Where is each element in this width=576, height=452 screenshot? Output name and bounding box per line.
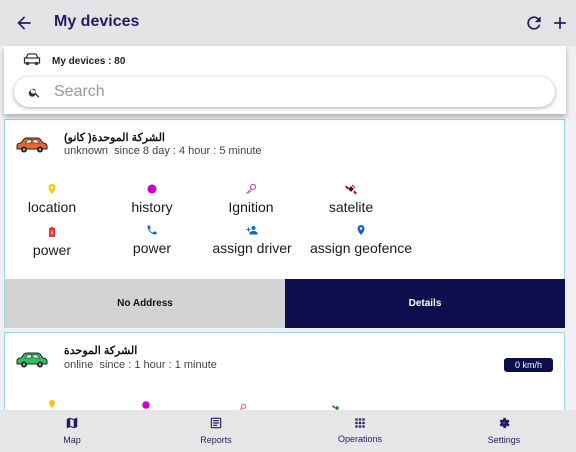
settings-icon: [497, 416, 511, 430]
refresh-icon[interactable]: [524, 13, 544, 33]
assign-driver-label: assign driver: [212, 240, 292, 256]
location-pin-icon[interactable]: [47, 399, 57, 409]
key-icon: [245, 183, 257, 195]
battery-power-label: power: [32, 242, 72, 258]
car-icon: [15, 351, 49, 369]
nav-reports-label: Reports: [200, 435, 232, 445]
app-bar: My devices: [0, 0, 576, 46]
geofence-pin-icon: [355, 224, 367, 236]
phone-icon: [146, 224, 158, 236]
add-icon[interactable]: [550, 13, 570, 33]
speed-badge: 0 km/h: [504, 358, 553, 372]
nav-reports[interactable]: Reports: [186, 410, 246, 452]
assign-geofence-label: assign geofence: [310, 240, 412, 256]
assign-geofence-action[interactable]: assign geofence: [306, 224, 416, 256]
device-name: (الشركة الموحدة( كانو: [64, 132, 165, 144]
devices-count: My devices : 80: [52, 56, 126, 67]
history-dot-icon: [146, 183, 158, 195]
device-card[interactable]: الشركة الموحدة online since : 1 hour : 1…: [4, 332, 565, 422]
device-status: unknown: [64, 145, 109, 157]
device-card[interactable]: (الشركة الموحدة( كانو unknown since 8 da…: [4, 119, 565, 328]
ignition-action[interactable]: Ignition: [221, 183, 281, 215]
search-input[interactable]: [54, 81, 534, 103]
bottom-navigation: Map Reports Operations Settings: [0, 410, 576, 452]
nav-settings-label: Settings: [487, 435, 521, 445]
back-arrow-icon[interactable]: [14, 13, 34, 33]
add-person-icon: [246, 224, 258, 236]
satellite-icon: [345, 183, 357, 195]
device-since: since 8 day : 4 hour : 5 minute: [114, 145, 262, 157]
history-label: history: [131, 199, 173, 215]
page-title: My devices: [54, 13, 140, 30]
device-status-line: unknown since 8 day : 4 hour : 5 minute: [64, 145, 262, 157]
assign-driver-action[interactable]: assign driver: [207, 224, 297, 256]
device-status: online: [64, 359, 94, 371]
satelite-action[interactable]: satelite: [321, 183, 381, 215]
devices-summary-panel: My devices : 80: [4, 46, 566, 114]
nav-map-label: Map: [63, 435, 81, 445]
phone-power-label: power: [132, 240, 172, 256]
battery-power-action[interactable]: power: [22, 226, 82, 258]
history-dot-icon[interactable]: [141, 400, 151, 410]
no-address-button[interactable]: No Address: [5, 279, 285, 328]
car-icon: [15, 136, 49, 154]
apps-grid-icon: [353, 416, 367, 430]
nav-settings[interactable]: Settings: [474, 410, 534, 452]
nav-operations[interactable]: Operations: [326, 410, 394, 452]
battery-icon: [46, 226, 58, 238]
device-since: since : 1 hour : 1 minute: [99, 359, 217, 371]
car-outline-icon: [23, 52, 41, 66]
details-button[interactable]: Details: [285, 279, 565, 328]
device-name: الشركة الموحدة: [64, 345, 138, 357]
search-icon: [28, 86, 41, 99]
map-icon: [65, 416, 79, 430]
phone-power-action[interactable]: power: [122, 224, 182, 256]
search-bar: [14, 77, 555, 107]
device-status-line: online since : 1 hour : 1 minute: [64, 359, 217, 371]
nav-map[interactable]: Map: [42, 410, 102, 452]
history-action[interactable]: history: [122, 183, 182, 215]
location-action[interactable]: location: [22, 183, 82, 215]
ignition-label: Ignition: [228, 199, 274, 215]
reports-icon: [209, 416, 223, 430]
location-pin-icon: [46, 183, 58, 195]
satelite-label: satelite: [328, 199, 374, 215]
location-label: location: [27, 199, 77, 215]
nav-operations-label: Operations: [337, 434, 383, 444]
